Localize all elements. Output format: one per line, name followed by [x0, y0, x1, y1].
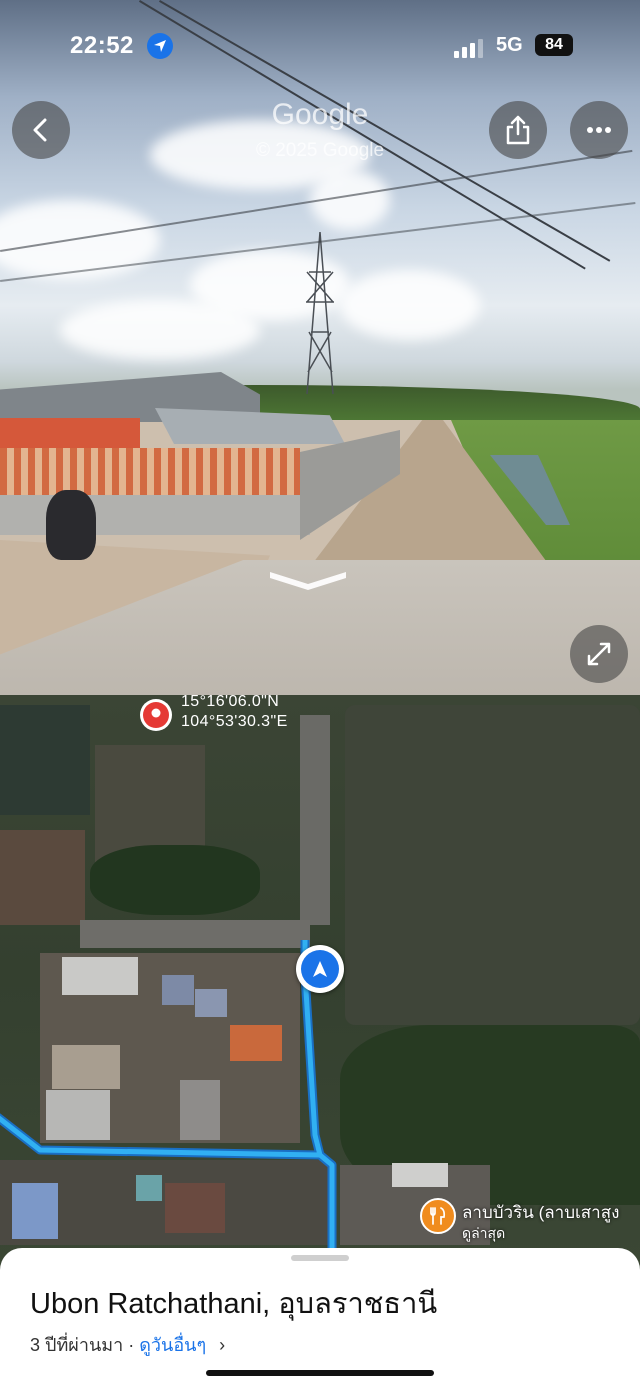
signal-icon: [454, 39, 483, 58]
expand-button[interactable]: [570, 625, 628, 683]
back-icon: [33, 118, 47, 142]
place-sheet[interactable]: Ubon Ratchathani, อุบลราชธานี 3 ปีที่ผ่า…: [0, 1248, 640, 1389]
google-watermark: Google: [271, 98, 369, 131]
navigation-arrow-icon[interactable]: [268, 566, 348, 590]
place-title: Ubon Ratchathani, อุบลราชธานี: [30, 1288, 438, 1320]
cloud: [0, 200, 160, 280]
network-type: 5G: [496, 34, 523, 56]
battery-indicator: 84: [535, 34, 573, 56]
cloud: [340, 270, 480, 340]
dropped-pin-icon[interactable]: [138, 697, 174, 733]
separator: ·: [123, 1335, 140, 1355]
share-button[interactable]: [489, 101, 547, 159]
poi-label[interactable]: ลาบบัวริน (ลาบเสาสูง: [462, 1199, 619, 1226]
route-path: [0, 940, 335, 1255]
navigation-arrow-icon: [313, 961, 327, 977]
more-options-button[interactable]: [570, 101, 628, 159]
status-bar: 22:52 5G 84: [0, 28, 640, 68]
fence: [0, 448, 300, 496]
current-location-marker[interactable]: [296, 945, 344, 993]
poi-subtitle: ดูล่าสุด: [462, 1225, 506, 1241]
back-button[interactable]: [12, 101, 70, 159]
home-indicator[interactable]: [206, 1370, 434, 1376]
imagery-date-row: 3 ปีที่ผ่านมา · ดูวันอื่นๆ ›: [30, 1330, 225, 1359]
pin-coordinates: 15°16'06.0"N 104°53'30.3"E: [181, 695, 288, 732]
more-icon: [587, 127, 611, 133]
copyright-watermark: © 2025 Google: [255, 140, 385, 161]
location-arrow-icon: [147, 33, 173, 59]
motorcycle: [46, 490, 96, 560]
restaurant-icon[interactable]: [420, 1198, 456, 1234]
expand-icon: [587, 642, 611, 666]
cloud: [60, 300, 260, 360]
share-icon: [506, 115, 530, 145]
longitude: 104°53'30.3"E: [181, 713, 288, 730]
imagery-age: 3 ปีที่ผ่านมา: [30, 1335, 124, 1355]
power-pylon: [306, 232, 334, 394]
see-other-dates-link[interactable]: ดูวันอื่นๆ: [139, 1335, 206, 1355]
chevron-right-icon[interactable]: ›: [219, 1335, 225, 1355]
street-view-panorama[interactable]: 22:52 5G 84 Google © 2025 Google: [0, 0, 640, 695]
status-time: 22:52: [70, 32, 134, 59]
sheet-grabber[interactable]: [291, 1255, 349, 1261]
latitude: 15°16'06.0"N: [181, 695, 280, 710]
